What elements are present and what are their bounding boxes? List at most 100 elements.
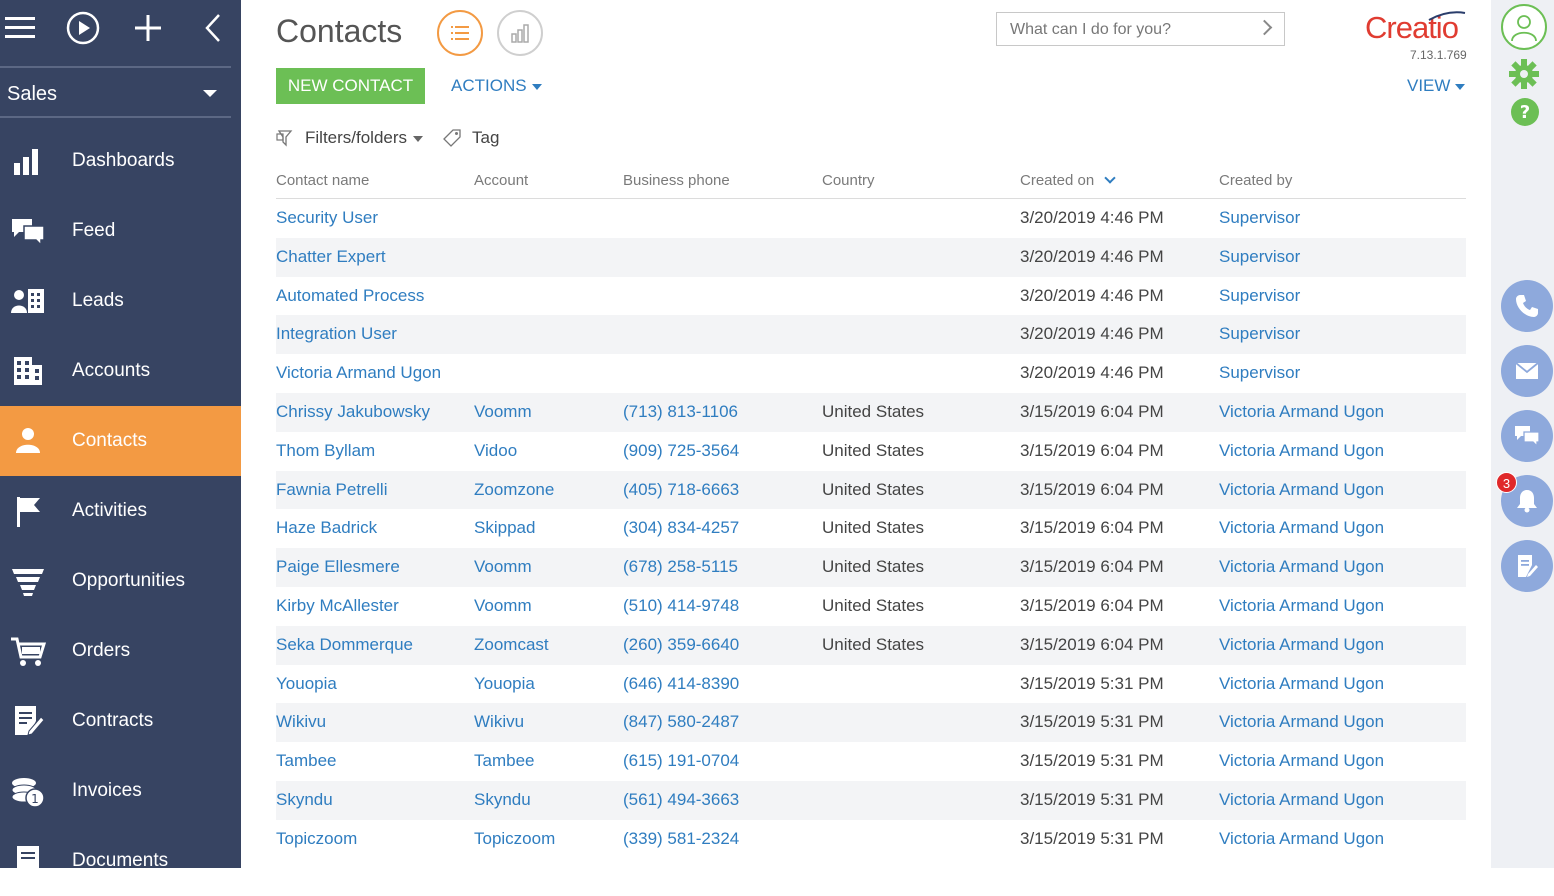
cell-created-by[interactable]: Victoria Armand Ugon [1219, 674, 1384, 694]
table-row[interactable]: Paige Ellesmere Voomm (678) 258-5115 United… [276, 548, 1466, 587]
cell-created-by[interactable]: Victoria Armand Ugon [1219, 557, 1384, 577]
column-header-contact-name[interactable]: Contact name [276, 172, 369, 189]
cell-business-phone[interactable]: (405) 718-6663 [623, 480, 739, 500]
cell-created-by[interactable]: Supervisor [1219, 363, 1300, 383]
plus-icon[interactable] [130, 10, 166, 46]
table-row[interactable]: Topiczoom Topiczoom (339) 581-2324 3/15/201… [276, 820, 1466, 859]
cell-created-by[interactable]: Victoria Armand Ugon [1219, 441, 1384, 461]
cell-contact-name[interactable]: Haze Badrick [276, 518, 377, 538]
play-icon[interactable] [65, 10, 101, 46]
table-row[interactable]: Thom Byllam Vidoo (909) 725-3564 United Sta… [276, 432, 1466, 471]
collapse-chevron-icon[interactable] [196, 10, 232, 46]
cell-account[interactable]: Voomm [474, 402, 532, 422]
cell-account[interactable]: Wikivu [474, 712, 524, 732]
cell-business-phone[interactable]: (847) 580-2487 [623, 712, 739, 732]
table-row[interactable]: Seka Dommerque Zoomcast (260) 359-6640 Unit… [276, 625, 1466, 665]
table-row[interactable]: Chatter Expert 3/20/2019 4:46 PM Superviso… [276, 237, 1466, 277]
cell-created-by[interactable]: Victoria Armand Ugon [1219, 518, 1384, 538]
cell-business-phone[interactable]: (646) 414-8390 [623, 674, 739, 694]
cell-contact-name[interactable]: Tambee [276, 751, 336, 771]
phone-button[interactable] [1501, 280, 1553, 332]
table-row[interactable]: Tambee Tambee (615) 191-0704 3/15/2019 5:31… [276, 742, 1466, 781]
column-header-created-by[interactable]: Created by [1219, 172, 1292, 189]
sidebar-item-leads[interactable]: Leads [0, 266, 241, 336]
table-row[interactable]: Youopia Youopia (646) 414-8390 3/15/2019 5:… [276, 665, 1466, 704]
command-input[interactable] [1008, 19, 1252, 41]
cell-business-phone[interactable]: (304) 834-4257 [623, 518, 739, 538]
cell-account[interactable]: Topiczoom [474, 829, 555, 849]
cell-account[interactable]: Skyndu [474, 790, 531, 810]
cell-contact-name[interactable]: Skyndu [276, 790, 333, 810]
gear-icon[interactable] [1508, 58, 1540, 90]
cell-account[interactable]: Zoomzone [474, 480, 554, 500]
cell-contact-name[interactable]: Youopia [276, 674, 337, 694]
table-row[interactable]: Skyndu Skyndu (561) 494-3663 3/15/2019 5:31… [276, 780, 1466, 820]
cell-contact-name[interactable]: Chrissy Jakubowsky [276, 402, 430, 422]
email-button[interactable] [1501, 345, 1553, 397]
sidebar-item-opportunities[interactable]: Opportunities [0, 546, 241, 616]
help-icon[interactable]: ? [1510, 97, 1540, 127]
cell-account[interactable]: Skippad [474, 518, 535, 538]
table-row[interactable]: Wikivu Wikivu (847) 580-2487 3/15/2019 5:31… [276, 703, 1466, 743]
cell-contact-name[interactable]: Victoria Armand Ugon [276, 363, 441, 383]
cell-created-by[interactable]: Victoria Armand Ugon [1219, 712, 1384, 732]
cell-created-by[interactable]: Victoria Armand Ugon [1219, 790, 1384, 810]
cell-business-phone[interactable]: (510) 414-9748 [623, 596, 739, 616]
cell-created-by[interactable]: Victoria Armand Ugon [1219, 402, 1384, 422]
column-header-country[interactable]: Country [822, 172, 875, 189]
table-row[interactable]: Fawnia Petrelli Zoomzone (405) 718-6663 Uni… [276, 470, 1466, 510]
sidebar-item-orders[interactable]: Orders [0, 616, 241, 686]
column-header-business-phone[interactable]: Business phone [623, 172, 730, 189]
cell-created-by[interactable]: Victoria Armand Ugon [1219, 829, 1384, 849]
new-contact-button[interactable]: NEW CONTACT [276, 68, 425, 104]
sidebar-item-dashboards[interactable]: Dashboards [0, 126, 241, 196]
cell-created-by[interactable]: Victoria Armand Ugon [1219, 596, 1384, 616]
feed-panel-button[interactable] [1501, 540, 1553, 592]
cell-created-by[interactable]: Supervisor [1219, 324, 1300, 344]
cell-created-by[interactable]: Supervisor [1219, 247, 1300, 267]
analytics-view-button[interactable] [497, 10, 543, 56]
cell-created-by[interactable]: Victoria Armand Ugon [1219, 751, 1384, 771]
cell-contact-name[interactable]: Fawnia Petrelli [276, 480, 388, 500]
table-row[interactable]: Integration User 3/20/2019 4:46 PM Supervi… [276, 315, 1466, 355]
table-row[interactable]: Automated Process 3/20/2019 4:46 PM Superv… [276, 277, 1466, 316]
cell-contact-name[interactable]: Thom Byllam [276, 441, 375, 461]
column-header-created-on[interactable]: Created on [1020, 172, 1116, 189]
cell-business-phone[interactable]: (678) 258-5115 [623, 557, 738, 577]
cell-business-phone[interactable]: (909) 725-3564 [623, 441, 739, 461]
cell-created-by[interactable]: Victoria Armand Ugon [1219, 635, 1384, 655]
cell-business-phone[interactable]: (260) 359-6640 [623, 635, 739, 655]
chevron-right-icon[interactable] [1256, 19, 1273, 36]
cell-business-phone[interactable]: (339) 581-2324 [623, 829, 739, 849]
cell-created-by[interactable]: Supervisor [1219, 286, 1300, 306]
menu-icon[interactable] [2, 10, 38, 46]
actions-button[interactable]: ACTIONS [451, 76, 542, 96]
cell-account[interactable]: Tambee [474, 751, 534, 771]
cell-contact-name[interactable]: Paige Ellesmere [276, 557, 400, 577]
cell-contact-name[interactable]: Integration User [276, 324, 397, 344]
workspace-selector[interactable]: Sales [0, 70, 241, 116]
table-row[interactable]: Victoria Armand Ugon 3/20/2019 4:46 PM Sup… [276, 354, 1466, 393]
user-profile-avatar[interactable] [1501, 4, 1547, 50]
cell-contact-name[interactable]: Seka Dommerque [276, 635, 413, 655]
view-button[interactable]: VIEW [1407, 76, 1466, 96]
cell-account[interactable]: Zoomcast [474, 635, 549, 655]
cell-account[interactable]: Voomm [474, 596, 532, 616]
cell-contact-name[interactable]: Topiczoom [276, 829, 357, 849]
cell-business-phone[interactable]: (615) 191-0704 [623, 751, 739, 771]
column-header-account[interactable]: Account [474, 172, 528, 189]
cell-contact-name[interactable]: Wikivu [276, 712, 326, 732]
cell-created-by[interactable]: Victoria Armand Ugon [1219, 480, 1384, 500]
table-row[interactable]: Kirby McAllester Voomm (510) 414-9748 Unite… [276, 587, 1466, 626]
sidebar-item-activities[interactable]: Activities [0, 476, 241, 546]
sidebar-item-feed[interactable]: Feed [0, 196, 241, 266]
sidebar-item-documents[interactable]: Documents [0, 826, 241, 896]
cell-business-phone[interactable]: (561) 494-3663 [623, 790, 739, 810]
table-row[interactable]: Chrissy Jakubowsky Voomm (713) 813-1106 Uni… [276, 392, 1466, 432]
cell-contact-name[interactable]: Automated Process [276, 286, 424, 306]
sidebar-item-invoices[interactable]: 1 Invoices [0, 756, 241, 826]
list-view-button[interactable] [437, 10, 483, 56]
cell-account[interactable]: Vidoo [474, 441, 517, 461]
chat-button[interactable] [1501, 410, 1553, 462]
table-row[interactable]: Security User 3/20/2019 4:46 PM Supervisor [276, 199, 1466, 238]
